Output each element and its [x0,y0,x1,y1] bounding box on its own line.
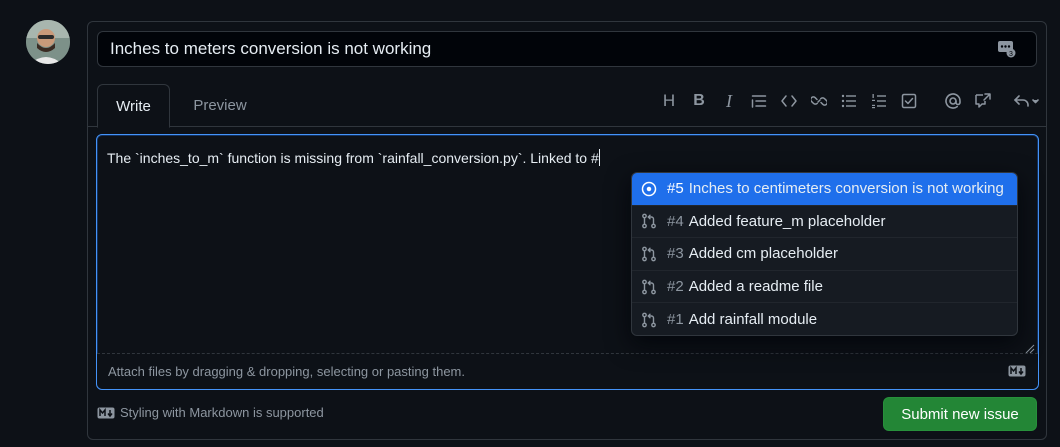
issue-open-icon [641,181,657,197]
issue-title-input[interactable]: Inches to meters conversion is not worki… [97,31,1037,67]
editor-tabs-bar: Write Preview H B I [88,84,1046,128]
suggestion-title: Added a readme file [688,278,823,296]
suggestion-item[interactable]: #1 Add rainfall module [632,303,1017,335]
cross-reference-icon[interactable] [968,86,998,116]
text-caret [598,149,600,166]
markdown-toolbar: H B I [654,84,1046,118]
suggestion-item[interactable]: #3 Added cm placeholder [632,238,1017,271]
suggestion-item[interactable]: #4 Added feature_m placeholder [632,206,1017,239]
reference-suggestions-menu: #5 Inches to centimeters conversion is n… [631,172,1018,336]
suggestion-title: Add rainfall module [688,311,818,329]
suggestion-item[interactable]: #2 Added a readme file [632,271,1017,304]
suggestion-title: Inches to centimeters conversion is not … [688,180,1004,198]
italic-icon[interactable]: I [714,86,744,116]
suggestion-item[interactable]: #5 Inches to centimeters conversion is n… [632,173,1017,206]
suggestion-number: #5 [667,180,684,198]
heading-icon[interactable]: H [654,86,684,116]
suggestion-title: Added feature_m placeholder [688,212,886,230]
suggestion-number: #2 [667,278,684,296]
unordered-list-icon[interactable] [834,86,864,116]
link-icon[interactable] [804,86,834,116]
pull-request-icon [641,312,657,328]
pull-request-icon [641,213,657,229]
markdown-icon [97,407,115,418]
task-list-icon[interactable] [894,86,924,116]
attach-files-hint: Attach files by dragging & dropping, sel… [108,364,465,379]
tab-write[interactable]: Write [97,84,170,128]
markdown-icon [1008,365,1026,380]
avatar[interactable] [26,20,70,64]
suggestion-number: #4 [667,212,684,230]
suggestion-title: Added cm placeholder [688,245,838,263]
pull-request-icon [641,279,657,295]
quote-icon[interactable] [744,86,774,116]
tab-preview[interactable]: Preview [180,84,260,127]
reply-dropdown-icon[interactable] [1008,86,1046,116]
suggestion-number: #3 [667,245,684,263]
mention-icon[interactable] [938,86,968,116]
saved-replies-icon[interactable]: 3 [998,40,1016,58]
markdown-support-note[interactable]: Styling with Markdown is supported [97,405,324,420]
submit-new-issue-button[interactable]: Submit new issue [883,397,1037,431]
svg-text:3: 3 [1009,51,1013,58]
code-icon[interactable] [774,86,804,116]
attach-files-bar[interactable]: Attach files by dragging & dropping, sel… [97,353,1038,389]
markdown-note-text: Styling with Markdown is supported [120,405,324,420]
pull-request-icon [641,246,657,262]
comment-text: The `inches_to_m` function is missing fr… [107,150,599,166]
ordered-list-icon[interactable] [864,86,894,116]
suggestion-number: #1 [667,311,684,329]
resize-grip-icon[interactable] [1025,341,1035,354]
issue-title-text: Inches to meters conversion is not worki… [110,39,432,58]
bold-icon[interactable]: B [684,86,714,116]
